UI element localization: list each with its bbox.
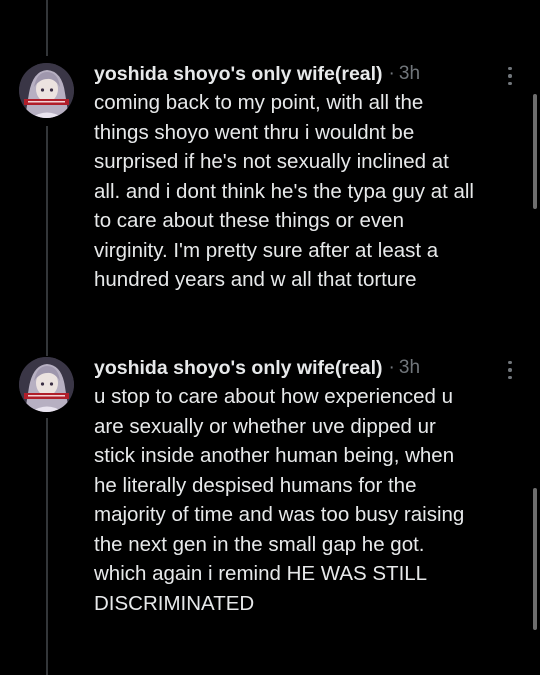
more-options-dot: [508, 81, 512, 86]
scrollbar[interactable]: [533, 488, 537, 630]
thread-connector-line: [46, 0, 48, 56]
more-options-dot: [508, 375, 512, 380]
more-options-vertical-icon: [508, 66, 512, 71]
reply-post[interactable]: yoshida shoyo's only wife(real) · 3h com…: [0, 60, 540, 310]
reply-post[interactable]: yoshida shoyo's only wife(real) · 3h u s…: [0, 354, 540, 644]
more-options-button[interactable]: [499, 64, 521, 88]
avatar[interactable]: [19, 357, 74, 412]
post-header: yoshida shoyo's only wife(real) · 3h: [94, 354, 420, 382]
avatar[interactable]: [19, 63, 74, 118]
more-options-dot: [508, 74, 512, 78]
author-name[interactable]: yoshida shoyo's only wife(real): [94, 63, 383, 86]
post-timestamp[interactable]: 3h: [399, 357, 420, 379]
post-text: u stop to care about how experienced u a…: [94, 385, 465, 615]
post-timestamp[interactable]: 3h: [399, 63, 420, 85]
scrollbar[interactable]: [533, 94, 537, 209]
more-options-vertical-icon: [508, 360, 512, 365]
more-options-dot: [508, 368, 512, 372]
anime-profile-avatar-icon: [19, 357, 74, 412]
separator-dot: ·: [388, 63, 395, 84]
anime-profile-avatar-icon: [19, 63, 74, 118]
more-options-button[interactable]: [499, 358, 521, 382]
author-name[interactable]: yoshida shoyo's only wife(real): [94, 357, 383, 380]
post-text: coming back to my point, with all the th…: [94, 91, 474, 291]
separator-dot: ·: [388, 357, 395, 378]
post-header: yoshida shoyo's only wife(real) · 3h: [94, 60, 420, 88]
